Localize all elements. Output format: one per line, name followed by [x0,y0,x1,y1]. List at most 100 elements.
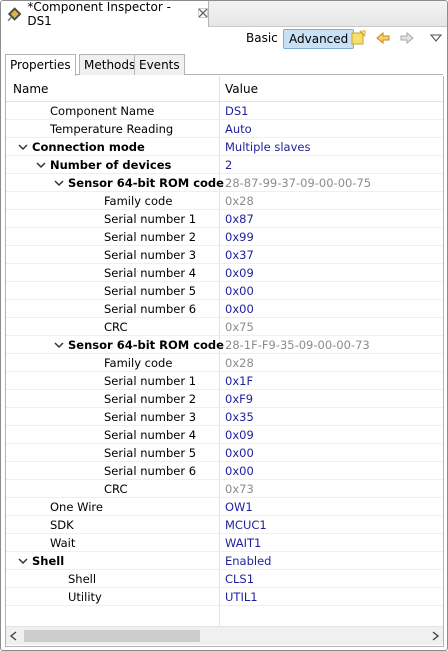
property-name: Serial number 4 [104,266,197,280]
property-value[interactable]: 0x99 [225,230,254,244]
table-row[interactable]: Serial number 3 0x35 [6,408,443,426]
property-name: CRC [104,482,128,496]
property-name: One Wire [50,500,103,514]
expanded-chevron-icon[interactable] [53,177,65,189]
property-value[interactable]: 0x28 [225,356,254,370]
property-value[interactable]: OW1 [225,500,253,514]
property-value[interactable]: 0x09 [225,428,254,442]
expanded-chevron-icon[interactable] [35,159,47,171]
property-value[interactable]: 0x28 [225,194,254,208]
component-inspector-window: *Component Inspector - DS1 Basic Advance… [0,0,448,651]
table-row[interactable]: Shell Enabled [6,552,443,570]
property-name: Serial number 6 [104,464,197,478]
property-value[interactable]: CLS1 [225,572,254,586]
table-row[interactable]: CRC 0x75 [6,318,443,336]
table-row[interactable]: Temperature Reading Auto [6,120,443,138]
tab-methods[interactable]: Methods [79,54,141,75]
property-name: Connection mode [32,140,145,154]
property-value[interactable]: 28-1F-F9-35-09-00-00-73 [225,338,370,352]
table-row[interactable]: Utility UTIL1 [6,588,443,606]
table-row[interactable]: Wait WAIT1 [6,534,443,552]
property-name: Family code [104,194,173,208]
basic-mode-button[interactable]: Basic [246,31,278,45]
arrow-right-icon[interactable] [399,30,415,46]
property-value[interactable]: MCUC1 [225,518,267,532]
view-tab[interactable]: *Component Inspector - DS1 [1,1,209,28]
property-value[interactable]: 28-87-99-37-09-00-00-75 [225,176,371,190]
table-row[interactable]: Serial number 4 0x09 [6,264,443,282]
property-name: Serial number 4 [104,428,197,442]
property-value[interactable]: 0x87 [225,212,254,226]
table-row[interactable]: Serial number 2 0xF9 [6,390,443,408]
property-name: Serial number 6 [104,302,197,316]
arrow-left-icon[interactable] [375,30,391,46]
property-value[interactable]: 0x1F [225,374,253,388]
property-value[interactable]: Enabled [225,554,271,568]
table-row[interactable]: Connection mode Multiple slaves [6,138,443,156]
property-name: Serial number 5 [104,284,197,298]
expanded-chevron-icon[interactable] [17,555,29,567]
expanded-chevron-icon[interactable] [53,339,65,351]
table-row[interactable]: Component Name DS1 [6,102,443,120]
property-name: Number of devices [50,158,172,172]
table-row[interactable]: Family code 0x28 [6,354,443,372]
property-value[interactable]: 0x00 [225,464,254,478]
table-row[interactable]: Sensor 64-bit ROM code 28-1F-F9-35-09-00-… [6,336,443,354]
table-row[interactable]: Serial number 1 0x1F [6,372,443,390]
table-row[interactable]: Serial number 2 0x99 [6,228,443,246]
scroll-right-icon[interactable] [429,630,441,642]
title-bar: *Component Inspector - DS1 [1,1,447,28]
property-value[interactable]: 0x00 [225,302,254,316]
property-name: Family code [104,356,173,370]
property-name: Utility [68,590,102,604]
header-value[interactable]: Value [225,82,258,96]
property-value[interactable]: Auto [225,122,252,136]
property-value[interactable]: 0x00 [225,284,254,298]
table-row[interactable]: Serial number 6 0x00 [6,462,443,480]
property-value[interactable]: 0x37 [225,248,254,262]
property-value[interactable]: 0x35 [225,410,254,424]
note-icon[interactable] [350,30,366,46]
property-value[interactable]: UTIL1 [225,590,258,604]
tab-properties[interactable]: Properties [5,54,76,76]
property-value[interactable]: 0x09 [225,266,254,280]
property-name: Serial number 3 [104,248,197,262]
table-row[interactable]: Serial number 5 0x00 [6,282,443,300]
table-row[interactable]: Sensor 64-bit ROM code 28-87-99-37-09-00-… [6,174,443,192]
table-row[interactable]: Serial number 3 0x37 [6,246,443,264]
property-name: Serial number 1 [104,374,197,388]
property-value[interactable]: 0x73 [225,482,254,496]
property-value[interactable]: 0x00 [225,446,254,460]
property-value[interactable]: 2 [225,158,232,172]
table-row[interactable]: Number of devices 2 [6,156,443,174]
table-row[interactable]: One Wire OW1 [6,498,443,516]
table-row[interactable]: Serial number 4 0x09 [6,426,443,444]
scroll-left-icon[interactable] [8,630,20,642]
table-row[interactable]: SDK MCUC1 [6,516,443,534]
property-value[interactable]: 0x75 [225,320,254,334]
horizontal-scrollbar[interactable] [6,626,443,645]
table-row[interactable]: Serial number 6 0x00 [6,300,443,318]
table-row[interactable]: Family code 0x28 [6,192,443,210]
property-name: Serial number 1 [104,212,197,226]
table-row[interactable]: Shell CLS1 [6,570,443,588]
header-name[interactable]: Name [13,82,48,96]
advanced-mode-button[interactable]: Advanced [283,29,355,49]
property-value[interactable]: Multiple slaves [225,140,310,154]
view-menu-icon[interactable] [428,30,444,46]
tab-events[interactable]: Events [134,54,185,75]
expanded-chevron-icon[interactable] [17,141,29,153]
table-row[interactable]: Serial number 5 0x00 [6,444,443,462]
table-row[interactable]: CRC 0x73 [6,480,443,498]
property-name: Serial number 3 [104,410,197,424]
scrollbar-thumb[interactable] [24,630,200,642]
close-icon[interactable] [198,7,208,21]
property-name: Temperature Reading [50,122,174,136]
property-value[interactable]: 0xF9 [225,392,253,406]
inspector-tabs: Properties Methods Events [5,54,443,76]
property-name: SDK [50,518,74,532]
property-name: CRC [104,320,128,334]
property-value[interactable]: DS1 [225,104,248,118]
property-value[interactable]: WAIT1 [225,536,261,550]
table-row[interactable]: Serial number 1 0x87 [6,210,443,228]
